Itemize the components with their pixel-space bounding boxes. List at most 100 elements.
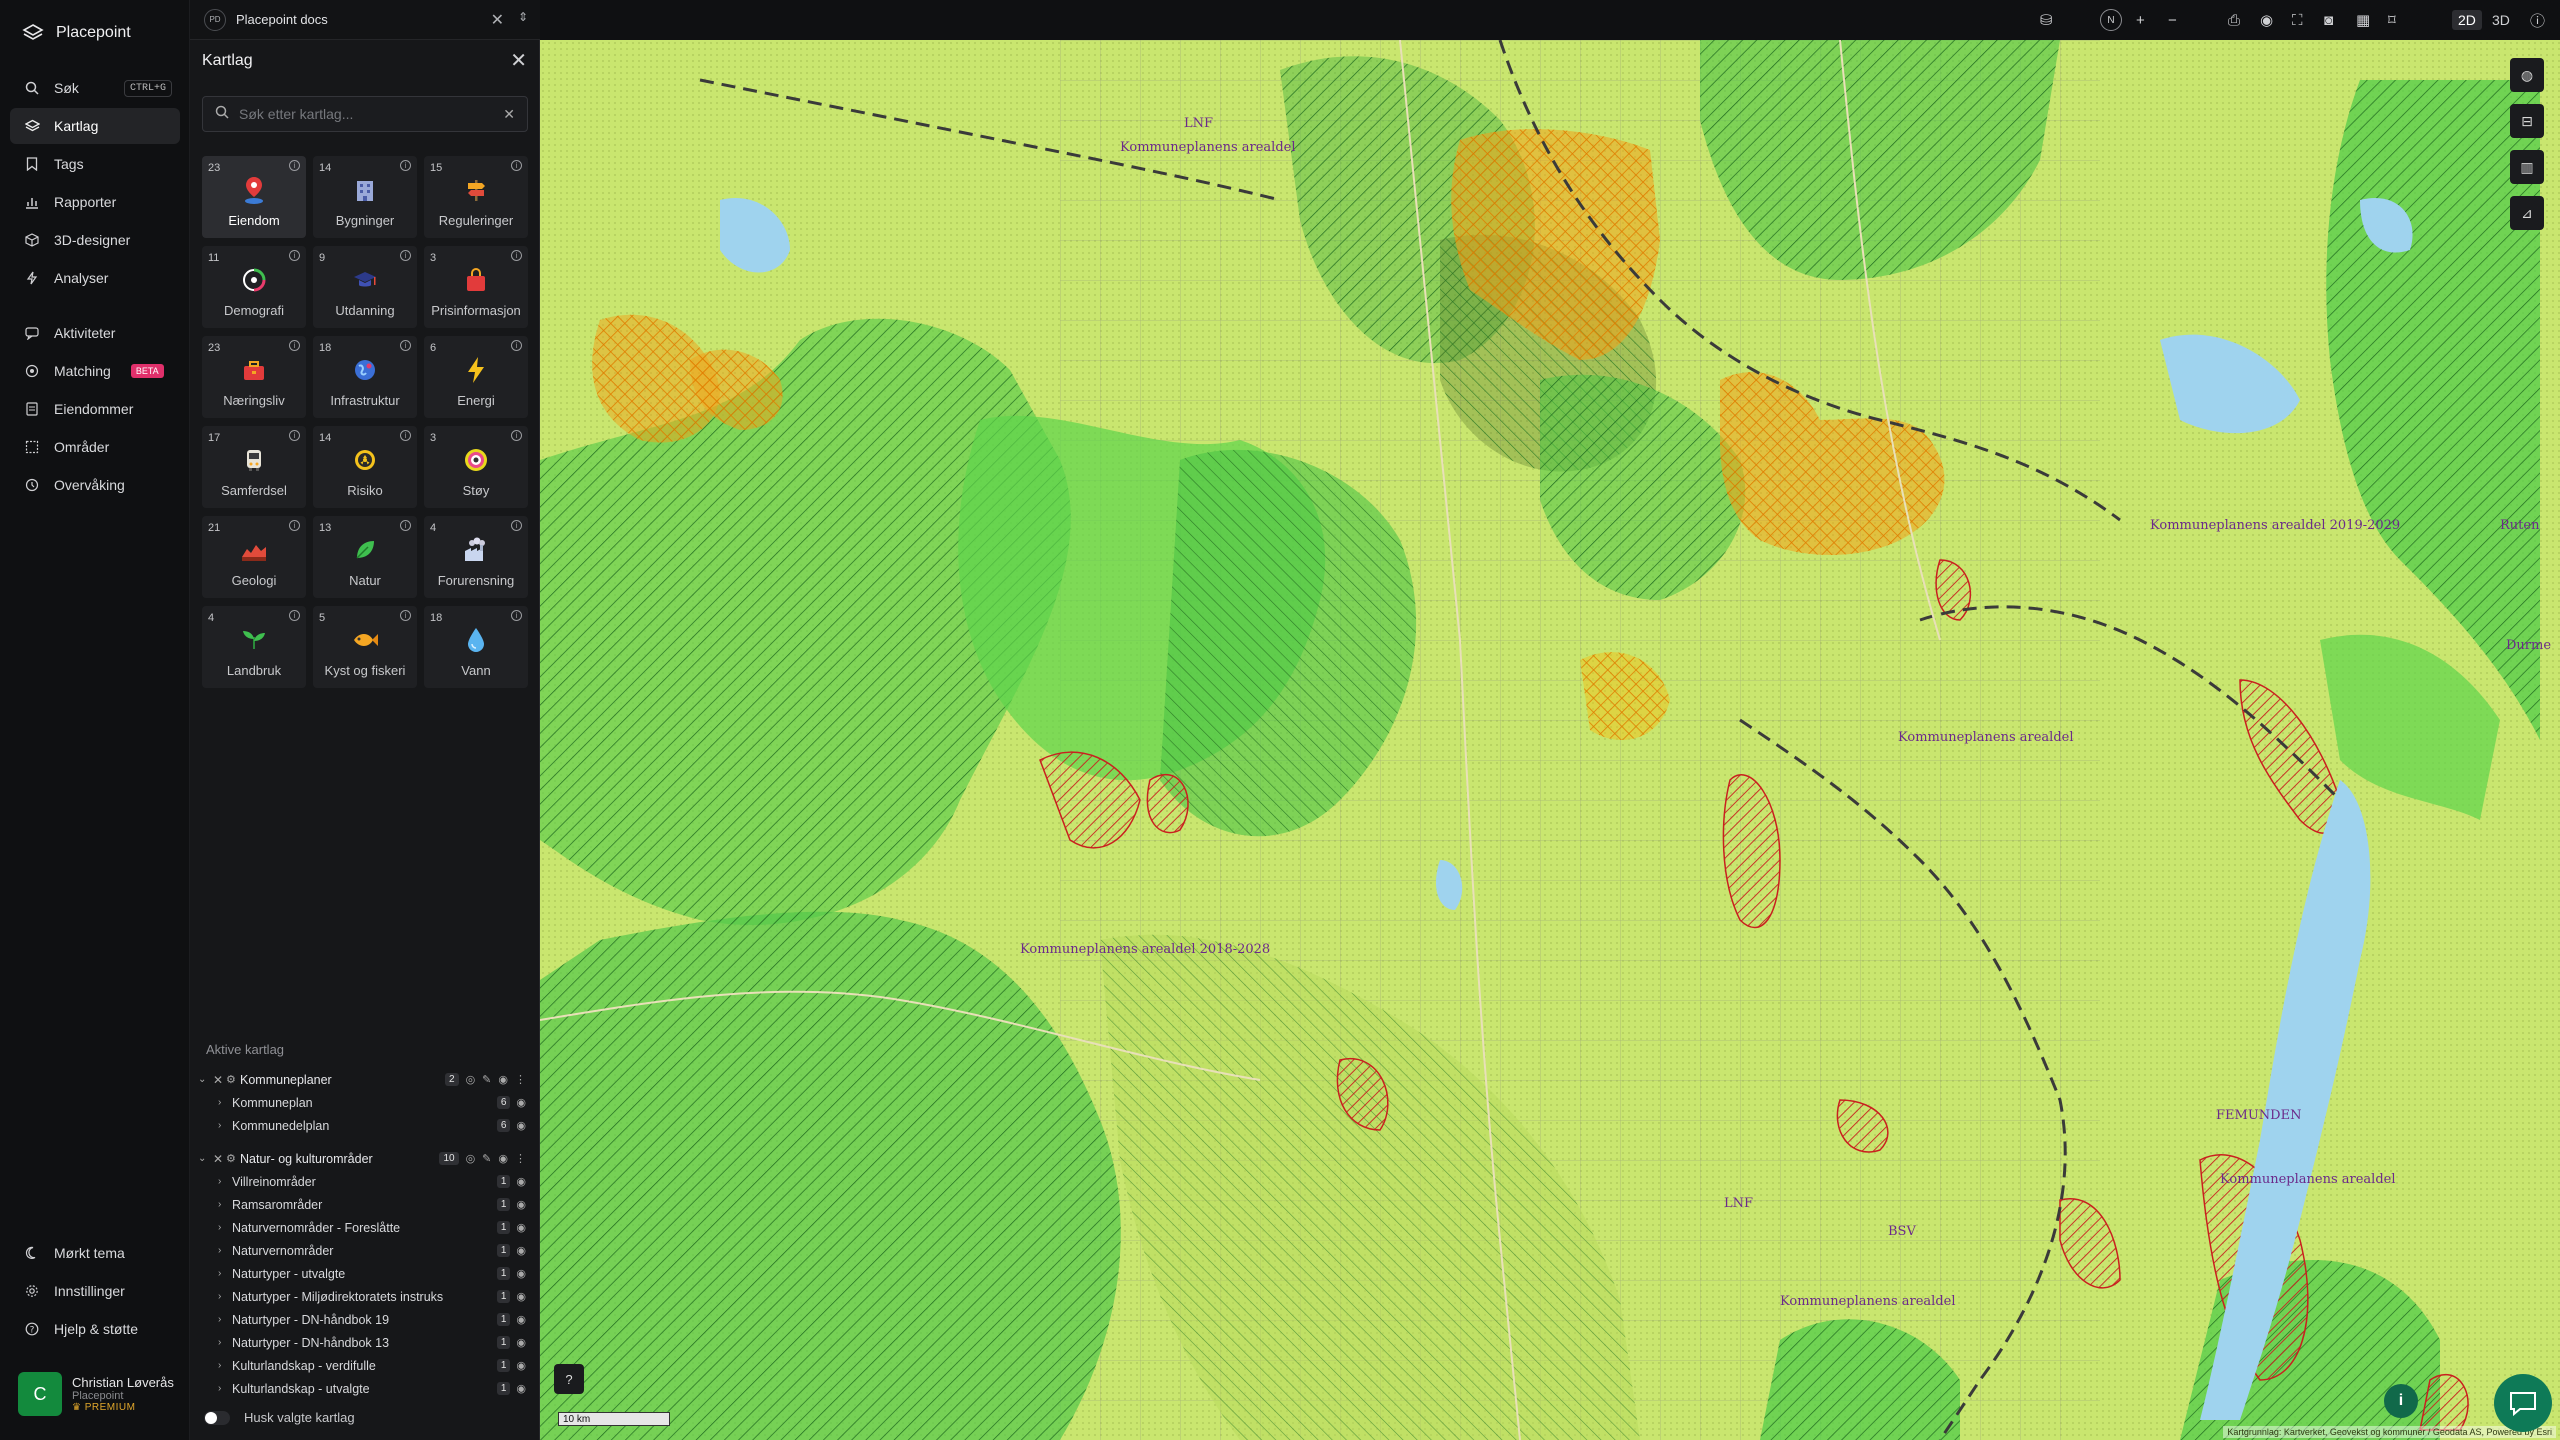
eye-icon[interactable]: ◉ [516, 1119, 526, 1132]
chevron-right-icon[interactable]: › [218, 1222, 232, 1233]
nav-item-rapporter[interactable]: Rapporter [10, 184, 180, 220]
nav-item-analyser[interactable]: Analyser [10, 260, 180, 296]
category-tile-landbruk[interactable]: 4 i Landbruk [202, 606, 306, 688]
chevron-right-icon[interactable]: › [218, 1176, 232, 1187]
nav-item-dark-theme[interactable]: Mørkt tema [10, 1235, 180, 1271]
info-icon[interactable]: i [511, 430, 522, 441]
layer-item[interactable]: › Naturtyper - Miljødirektoratets instruk… [190, 1285, 540, 1308]
category-tile-natur[interactable]: 13 i Natur [313, 516, 417, 598]
nav-item-aktiviteter[interactable]: Aktiviteter [10, 315, 180, 351]
category-tile-eiendom[interactable]: 23 i Eiendom [202, 156, 306, 238]
workspace-selector[interactable]: PD Placepoint docs ✕ ⇕ [190, 0, 540, 40]
settings-icon[interactable]: ⚙ [226, 1073, 240, 1086]
remember-layers-toggle[interactable] [204, 1410, 230, 1425]
layer-item[interactable]: › Kommuneplan 6 ◉ [190, 1091, 540, 1114]
category-tile-risiko[interactable]: 14 i Risiko [313, 426, 417, 508]
chevron-right-icon[interactable]: › [218, 1383, 232, 1394]
chevron-right-icon[interactable]: › [218, 1291, 232, 1302]
info-icon[interactable]: i [511, 160, 522, 171]
chevron-right-icon[interactable]: › [218, 1360, 232, 1371]
eye-icon[interactable]: ◉ [2260, 10, 2273, 30]
bookmark-icon[interactable]: ⌑ [2388, 10, 2396, 30]
chevron-down-icon[interactable]: ⌄ [198, 1153, 210, 1164]
info-icon[interactable]: i [511, 340, 522, 351]
eye-icon[interactable]: ◉ [498, 1073, 508, 1086]
info-icon[interactable]: i [511, 610, 522, 621]
info-icon[interactable]: i [400, 430, 411, 441]
chevron-right-icon[interactable]: › [218, 1097, 232, 1108]
zoom-out-icon[interactable]: − [2168, 10, 2177, 30]
edit-icon[interactable]: ✎ [482, 1073, 491, 1086]
close-icon[interactable]: ✕ [491, 10, 504, 30]
layer-item[interactable]: › Naturtyper - DN-håndbok 19 1 ◉ [190, 1308, 540, 1331]
info-icon[interactable]: i [511, 250, 522, 261]
category-tile-infrastruktur[interactable]: 18 i Infrastruktur [313, 336, 417, 418]
close-panel-icon[interactable]: ✕ [510, 48, 527, 73]
chevron-right-icon[interactable]: › [218, 1268, 232, 1279]
nav-item-3d-designer[interactable]: 3D-designer [10, 222, 180, 258]
nav-item-matching[interactable]: Matching BETA [10, 353, 180, 389]
chevron-down-icon[interactable]: ⌄ [198, 1074, 210, 1085]
eye-icon[interactable]: ◉ [516, 1290, 526, 1303]
remove-icon[interactable]: ✕ [210, 1152, 226, 1166]
info-icon[interactable]: i [400, 520, 411, 531]
print-icon[interactable]: ⎙ [2228, 10, 2240, 30]
info-icon[interactable]: i [289, 160, 300, 171]
info-icon[interactable]: i [400, 340, 411, 351]
fullscreen-icon[interactable]: ⛶ [2292, 10, 2303, 30]
category-tile-forurensning[interactable]: 4 i Forurensning [424, 516, 528, 598]
info-icon[interactable]: i [400, 250, 411, 261]
nav-item-overvaking[interactable]: Overvåking [10, 467, 180, 503]
remove-icon[interactable]: ✕ [210, 1073, 226, 1087]
eye-icon[interactable]: ◉ [516, 1267, 526, 1280]
category-tile-energi[interactable]: 6 i Energi [424, 336, 528, 418]
layer-item[interactable]: › Naturtyper - DN-håndbok 13 1 ◉ [190, 1331, 540, 1354]
chat-support-button[interactable] [2494, 1374, 2552, 1432]
category-tile-bygninger[interactable]: 14 i Bygninger [313, 156, 417, 238]
info-icon[interactable]: i [289, 340, 300, 351]
layer-item[interactable]: › Naturvernområder - Foreslåtte 1 ◉ [190, 1216, 540, 1239]
map-help-button[interactable]: ? [554, 1364, 584, 1394]
north-arrow-icon[interactable]: N [2100, 9, 2122, 31]
category-tile-stoy[interactable]: 3 i Støy [424, 426, 528, 508]
info-icon[interactable]: i [511, 520, 522, 531]
layer-item[interactable]: › Naturvernområder 1 ◉ [190, 1239, 540, 1262]
info-icon[interactable]: i [289, 610, 300, 621]
map-info-button[interactable]: i [2384, 1384, 2418, 1418]
eye-icon[interactable]: ◉ [516, 1175, 526, 1188]
eye-icon[interactable]: ◉ [516, 1221, 526, 1234]
nav-item-omrader[interactable]: Områder [10, 429, 180, 465]
edit-icon[interactable]: ✎ [482, 1152, 491, 1165]
eye-icon[interactable]: ◉ [516, 1382, 526, 1395]
layer-item[interactable]: › Kulturlandskap - utvalgte 1 ◉ [190, 1377, 540, 1400]
info-icon[interactable]: ⓘ [2530, 10, 2545, 30]
category-tile-demografi[interactable]: 11 i Demografi [202, 246, 306, 328]
info-icon[interactable]: i [400, 610, 411, 621]
opacity-icon[interactable]: ◎ [466, 1152, 476, 1165]
layer-item[interactable]: › Kulturlandskap - verdifulle 1 ◉ [190, 1354, 540, 1377]
category-tile-naeringsliv[interactable]: 23 i Næringsliv [202, 336, 306, 418]
eye-icon[interactable]: ◉ [498, 1152, 508, 1165]
layers-stack-icon[interactable]: ⛁ [2040, 10, 2053, 30]
eye-icon[interactable]: ◉ [516, 1359, 526, 1372]
layer-item[interactable]: › Kommunedelplan 6 ◉ [190, 1114, 540, 1137]
eye-icon[interactable]: ◉ [516, 1336, 526, 1349]
mode-2d-button[interactable]: 2D [2452, 10, 2482, 30]
mode-3d-button[interactable]: 3D [2486, 10, 2516, 30]
filter-icon[interactable]: ⊿ [2510, 196, 2544, 230]
settings-icon[interactable]: ⚙ [226, 1152, 240, 1165]
layer-item[interactable]: › Villreinområder 1 ◉ [190, 1170, 540, 1193]
nav-item-settings[interactable]: Innstillinger [10, 1273, 180, 1309]
zoom-in-icon[interactable]: + [2136, 10, 2145, 30]
chevron-right-icon[interactable]: › [218, 1314, 232, 1325]
info-icon[interactable]: i [289, 250, 300, 261]
info-icon[interactable]: i [289, 430, 300, 441]
eye-icon[interactable]: ◉ [516, 1313, 526, 1326]
layer-group-kommuneplaner[interactable]: ⌄ ✕ ⚙ Kommuneplaner 2 ◎ ✎ ◉ ⋮ [190, 1068, 540, 1091]
more-icon[interactable]: ⋮ [515, 1073, 526, 1086]
info-icon[interactable]: i [400, 160, 411, 171]
chevron-updown-icon[interactable]: ⇕ [518, 10, 528, 24]
layer-group-natur-og-kulturomrader[interactable]: ⌄ ✕ ⚙ Natur- og kulturområder 10 ◎ ✎ ◉ ⋮ [190, 1147, 540, 1170]
chevron-right-icon[interactable]: › [218, 1245, 232, 1256]
basemap-icon[interactable]: ◍ [2510, 58, 2544, 92]
